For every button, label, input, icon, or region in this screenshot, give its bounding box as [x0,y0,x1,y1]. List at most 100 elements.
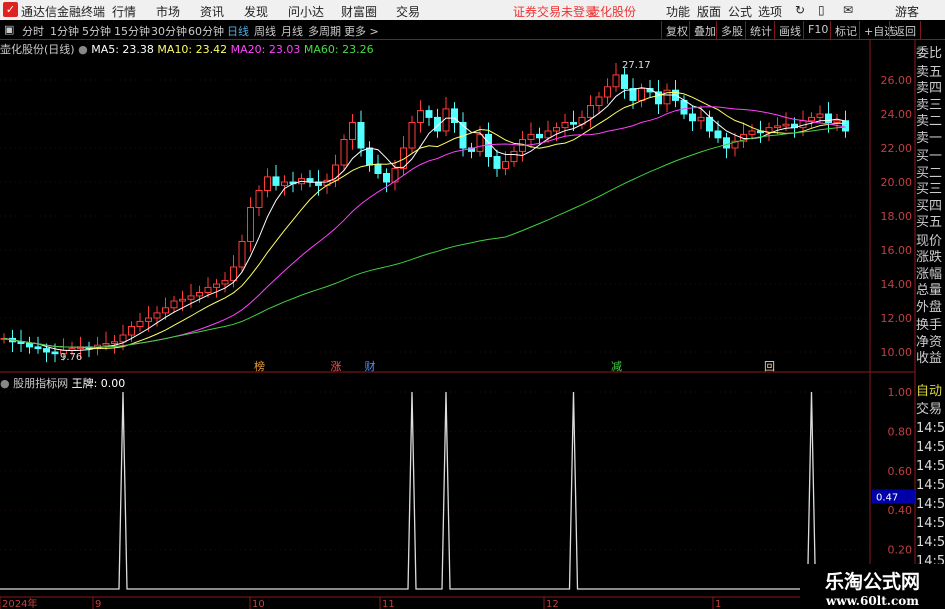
candle-body [536,133,543,139]
candle-body [638,88,645,101]
quote-label: 委比 [916,46,943,61]
indicator-tick-label: 0.80 [888,425,913,438]
quote-label: 涨跌 [916,250,943,265]
candle-body [349,122,356,140]
quote-label: 收益 [916,351,943,366]
candle-body [621,74,628,90]
candle-body [842,120,849,132]
candle-body [493,156,501,169]
signal-marker: 减 [611,360,622,373]
ma60-label: MA60: 23.26 [303,43,374,56]
ma60-line [3,126,846,348]
date-label: 11 [382,599,395,609]
indicator-legend: ● 股朋指标网 王牌: 0.00 [0,375,125,391]
watermark-name: 乐淘公式网 [824,571,920,593]
indicator-tick-label: 0.20 [888,544,913,557]
candle-body [136,320,144,327]
candle-body [230,266,237,282]
watermark: 乐淘公式网 www.60lt.com [800,564,945,609]
indicator-tick-label: 0.60 [888,465,913,478]
candle-body [102,343,110,346]
signal-marker: 涨 [331,360,342,373]
candle-body [281,181,288,186]
y-tick-label: 14.00 [881,278,913,291]
date-label: 10 [252,599,265,609]
candle-body [272,176,280,186]
candle-body [561,122,569,129]
candle-body [553,127,560,132]
candle-body [306,178,314,183]
quote-label: 净资 [916,334,943,350]
y-tick-label: 20.00 [881,176,913,189]
date-label: 1 [715,599,721,609]
quote-label: 换手 [916,318,943,333]
indicator-value: 王牌: 0.00 [71,377,126,390]
signal-marker: 榜 [254,359,265,373]
candle-body [153,312,161,319]
candle-body [510,150,518,163]
trade-time: 14:56 [916,535,945,550]
candle-body [808,116,815,122]
candle-body [408,122,416,149]
candle-body [196,292,203,297]
candle-body [502,161,509,169]
kline-chart[interactable]: 26.00 24.00 22.00 20.00 18.00 16.00 14.00 12.00… [0,0,945,609]
candle-body [714,130,722,139]
candle-body [119,334,127,343]
candle-body [425,110,433,118]
candle-body [366,147,373,166]
quote-label: 买一 [916,149,943,164]
y-tick-label: 16.00 [881,244,913,257]
indicator-title: 股朋指标网 [13,377,69,390]
candle-body [128,326,135,336]
candle-body [680,99,688,115]
indicator-line [0,391,850,590]
trade-time: 14:56 [916,516,945,531]
y-tick-label: 10.00 [881,346,913,359]
candle-body [170,300,178,309]
date-label: 2024年 [2,597,37,609]
candle-body [612,74,620,88]
collapse-icon[interactable]: ● [78,43,88,56]
candle-body [689,113,696,122]
ma20-label: MA20: 23.03 [230,43,301,56]
candle-body [825,113,832,123]
candle-body [43,348,50,353]
y-tick-label: 24.00 [881,108,913,121]
candle-body [417,110,424,123]
low-price-label: 9.76 [60,352,82,363]
candle-body [340,139,348,166]
quote-label: 卖五 [916,64,943,80]
candle-body [34,346,42,350]
quote-label: 卖四 [916,81,943,96]
ma10-label: MA10: 23.42 [157,43,228,56]
candle-body [697,116,705,122]
candle-body [247,207,254,242]
chart-title: 壶化股份(日线) [0,43,75,56]
candle-body [111,341,118,344]
candle-body [587,105,594,118]
watermark-url: www.60lt.com [826,594,919,608]
quote-label: 卖三 [916,97,943,113]
candle-body [748,130,756,135]
candle-body [570,122,577,125]
date-label: 12 [546,599,559,609]
indicator-tick-label: 0.40 [888,504,913,517]
quote-label: 总量 [916,283,943,298]
candle-body [816,113,824,118]
y-tick-label: 26.00 [881,74,913,87]
candle-body [706,116,713,132]
collapse-icon[interactable]: ● [0,377,10,390]
ma5-label: MA5: 23.38 [91,43,154,56]
candle-body [213,283,220,288]
quote-label: 外盘 [916,299,943,315]
quote-label: 买三 [916,182,943,197]
quote-label: 买五 [916,215,943,230]
candle-body [476,133,484,152]
candle-body [374,164,382,174]
trade-time: 14:55 [916,478,945,493]
high-price-label: 27.17 [622,60,651,71]
trade-time: 14:55 [916,421,945,436]
candle-body [723,137,730,149]
signal-marker: 财 [365,359,376,373]
